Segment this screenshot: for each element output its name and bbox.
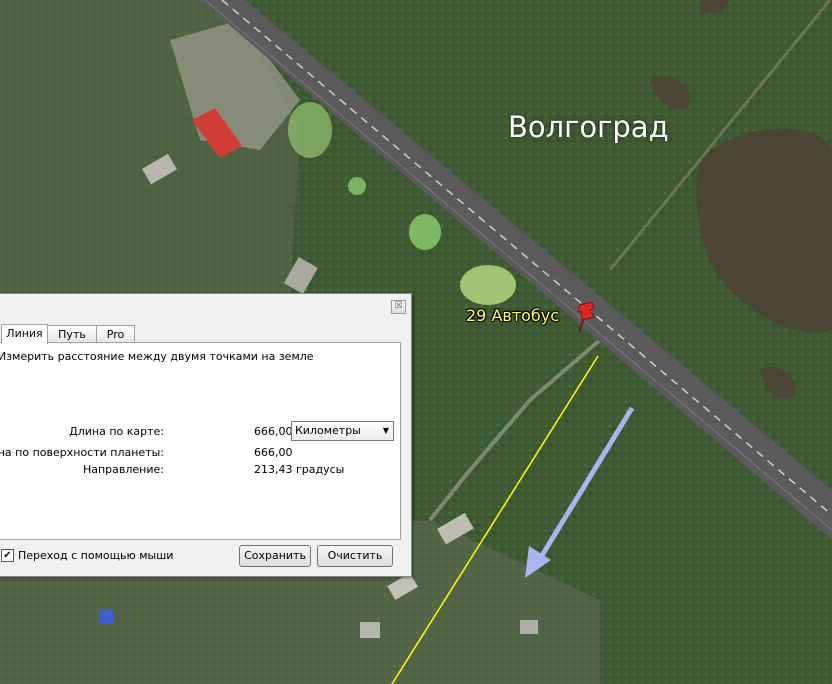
tab-panel: Измерить расстояние между двумя точками … [0, 342, 401, 540]
meadow [348, 177, 366, 195]
description-text: Измерить расстояние между двумя точками … [0, 350, 314, 363]
units-select-value: Километры [295, 424, 361, 437]
city-label: Волгоград [508, 110, 669, 144]
chevron-down-icon: ▼ [382, 426, 389, 435]
clear-button[interactable]: Очистить [317, 545, 393, 567]
mouse-nav-checkbox[interactable]: ✔ [1, 549, 14, 562]
house [100, 610, 114, 624]
heading-label: Направление: [82, 463, 164, 476]
tab-line[interactable]: Линия [1, 324, 48, 344]
surface-length-value: 666,00 [254, 446, 293, 459]
meadow [288, 102, 332, 158]
placemark-label[interactable]: 29 Автобус [466, 306, 559, 325]
ruler-dialog: ☒ Линия Путь Pro Измерить расстояние меж… [0, 293, 412, 577]
save-button[interactable]: Сохранить [239, 545, 311, 567]
house [360, 622, 380, 638]
tab-path[interactable]: Путь [47, 325, 97, 343]
meadow [409, 214, 441, 250]
red-pushpin-icon[interactable] [574, 300, 600, 334]
units-select[interactable]: Километры ▼ [291, 421, 394, 441]
map-length-label: Длина по карте: [69, 425, 164, 438]
house [520, 620, 538, 634]
tab-pro[interactable]: Pro [96, 325, 135, 343]
close-button[interactable]: ☒ [391, 300, 406, 314]
heading-value: 213,43 градусы [254, 463, 345, 476]
mouse-nav-label: Переход с помощью мыши [18, 549, 174, 562]
meadow [460, 265, 516, 305]
surface-length-label: Длина по поверхности планеты: [0, 446, 164, 459]
map-length-value: 666,00 [254, 425, 293, 438]
